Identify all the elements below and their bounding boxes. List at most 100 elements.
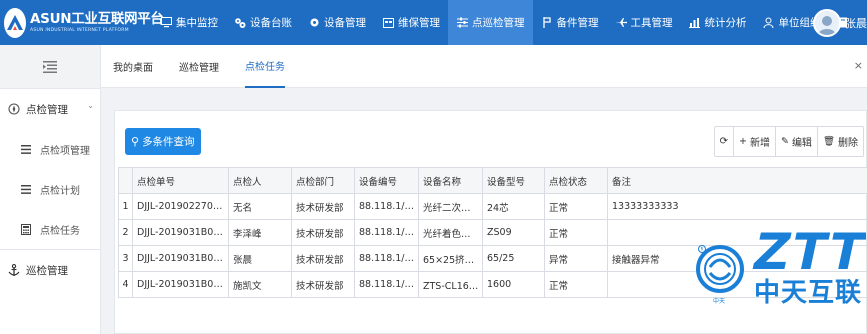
- gear-cluster-icon: [234, 17, 246, 29]
- table-cell: 技术研发部: [291, 193, 355, 220]
- sidebar-item-1[interactable]: 点检计划: [0, 169, 100, 209]
- chevron-down-icon: ⌄: [87, 101, 94, 110]
- column-header[interactable]: 设备型号: [482, 167, 545, 194]
- table-cell: 异常: [544, 245, 608, 272]
- table-cell: ZTS-CL16成缆机: [418, 271, 483, 298]
- table-cell: DJJL-2019031B000001: [132, 219, 229, 246]
- plus-icon: +: [739, 136, 747, 147]
- sidebar-group-patrol[interactable]: 巡检管理: [0, 250, 100, 290]
- table-cell: DJJL-2019031B000001: [132, 271, 229, 298]
- calculator-icon: [20, 223, 32, 235]
- table-cell: 88.118.1/JSJZ-...: [354, 245, 419, 272]
- edit-button-label: 编辑: [791, 138, 812, 149]
- column-header[interactable]: 设备编号: [354, 167, 419, 194]
- nav-item-6[interactable]: 工具管理: [607, 0, 681, 45]
- tab-inspection-task[interactable]: 点检任务: [245, 45, 285, 88]
- nav-item-0[interactable]: 集中监控: [152, 0, 226, 45]
- user-outline-icon: [763, 17, 775, 29]
- table-header: 点检单号 点检人 点检部门 设备编号 设备名称 设备型号 点检状态 备注: [118, 167, 867, 194]
- parts-icon: [541, 17, 553, 29]
- refresh-icon: ⟳: [719, 136, 728, 147]
- table-cell: 无名: [228, 193, 292, 220]
- menu-fold-icon: [43, 60, 57, 73]
- table-cell: 24芯: [482, 193, 545, 220]
- sidebar-item-label: 点检计划: [40, 185, 80, 197]
- tab-patrol[interactable]: 巡检管理: [179, 45, 219, 88]
- anchor-icon: [8, 263, 20, 276]
- sidebar-item-0[interactable]: 点检项管理: [0, 129, 100, 169]
- column-header[interactable]: 点检部门: [291, 167, 355, 194]
- table-cell: DJJL-20190227000001: [132, 193, 229, 220]
- multi-condition-query-button[interactable]: ⚲ 多条件查询: [125, 128, 201, 155]
- platform-logo[interactable]: ASUN工业互联网平台 ASUN INDUSTRIAL INTERNET PLA…: [0, 0, 164, 45]
- row-index: 3: [118, 245, 133, 272]
- table-cell: 88.118.1/CLI-...: [354, 271, 419, 298]
- close-icon[interactable]: ×: [854, 59, 863, 72]
- logo-title: ASUN工业互联网平台: [30, 11, 164, 27]
- nav-item-2[interactable]: 设备管理: [300, 0, 374, 45]
- delete-button[interactable]: 🗑 删除: [816, 127, 863, 156]
- sidebar-group-inspection[interactable]: 点检管理 ⌄: [0, 89, 100, 129]
- sidebar: 点检管理 ⌄ 点检项管理点检计划点检任务 巡检管理: [0, 45, 101, 334]
- nav-item-4[interactable]: 点巡检管理: [448, 0, 533, 45]
- delete-button-label: 删除: [838, 138, 858, 149]
- column-header[interactable]: 备注: [607, 167, 867, 194]
- ztt-cn-text: 中天互联: [754, 278, 862, 308]
- table-cell: 张晨: [228, 245, 292, 272]
- table-cell: 技术研发部: [291, 219, 355, 246]
- table-cell: 正常: [544, 219, 608, 246]
- nav-item-label: 备件管理: [556, 17, 599, 29]
- seal-label: 中天: [713, 297, 725, 305]
- breadcrumb-tabs: 我的桌面 巡检管理 点检任务 ×: [101, 45, 867, 88]
- calendar-icon: [382, 17, 394, 29]
- column-header[interactable]: [118, 167, 133, 194]
- top-navbar: ASUN工业互联网平台 ASUN INDUSTRIAL INTERNET PLA…: [0, 0, 867, 45]
- table-cell: 88.118.1/GXE...: [354, 193, 419, 220]
- row-index: 2: [118, 219, 133, 246]
- bar-chart-icon: [689, 17, 701, 29]
- nav-item-3[interactable]: 维保管理: [374, 0, 448, 45]
- nav-item-5[interactable]: 备件管理: [533, 0, 607, 45]
- list-icon: [20, 144, 32, 154]
- user-name: 张晨: [845, 16, 867, 30]
- user-menu[interactable]: 张晨: [813, 0, 867, 45]
- column-header[interactable]: 设备名称: [418, 167, 483, 194]
- nav-item-label: 统计分析: [704, 17, 747, 29]
- query-button-label: 多条件查询: [142, 136, 195, 148]
- table-cell: 65/25: [482, 245, 545, 272]
- table-cell: 正常: [544, 271, 608, 298]
- main-nav: 集中监控 设备台账 设备管理 维保管理 点巡检管理 备件管理 工具管理 统计分析 单位组织: [152, 0, 861, 45]
- tab-desktop[interactable]: 我的桌面: [113, 45, 153, 88]
- sliders-icon: [456, 17, 468, 29]
- refresh-button[interactable]: ⟳: [715, 127, 733, 156]
- edit-button[interactable]: ✎ 编辑: [774, 127, 817, 156]
- list-icon: [20, 184, 32, 194]
- table-cell: 正常: [544, 193, 608, 220]
- nav-item-1[interactable]: 设备台账: [226, 0, 300, 45]
- table-cell: 1600: [482, 271, 545, 298]
- sidebar-item-2[interactable]: 点检任务: [0, 209, 100, 249]
- nav-item-label: 维保管理: [398, 17, 440, 29]
- nav-item-7[interactable]: 统计分析: [681, 0, 755, 45]
- sidebar-collapse-toggle[interactable]: [0, 45, 100, 89]
- ztt-brand-logo: R 中天 ZTT 中天互联: [688, 205, 867, 315]
- table-cell: 李泽峰: [228, 219, 292, 246]
- column-header[interactable]: 点检状态: [544, 167, 608, 194]
- column-header[interactable]: 点检人: [228, 167, 292, 194]
- add-button-label: 新增: [749, 138, 770, 149]
- table-cell: 光纤二次复型...: [418, 193, 483, 220]
- logo-subtitle: ASUN INDUSTRIAL INTERNET PLATFORM: [30, 28, 129, 33]
- logo-mark-icon: [4, 7, 26, 38]
- table-cell: 光纤着色复绕机: [418, 219, 483, 246]
- table-cell: 施凯文: [228, 271, 292, 298]
- add-button[interactable]: + 新增: [733, 127, 775, 156]
- avatar: [813, 8, 841, 37]
- row-index: 1: [118, 193, 133, 220]
- ztt-brand-text: ZTT: [748, 223, 866, 281]
- table-cell: 65×25挤塑机组: [418, 245, 483, 272]
- column-header[interactable]: 点检单号: [132, 167, 229, 194]
- nav-item-label: 设备台账: [250, 17, 292, 29]
- compass-icon: [8, 103, 20, 115]
- trash-icon: 🗑: [822, 136, 835, 147]
- nav-item-label: 集中监控: [176, 17, 218, 29]
